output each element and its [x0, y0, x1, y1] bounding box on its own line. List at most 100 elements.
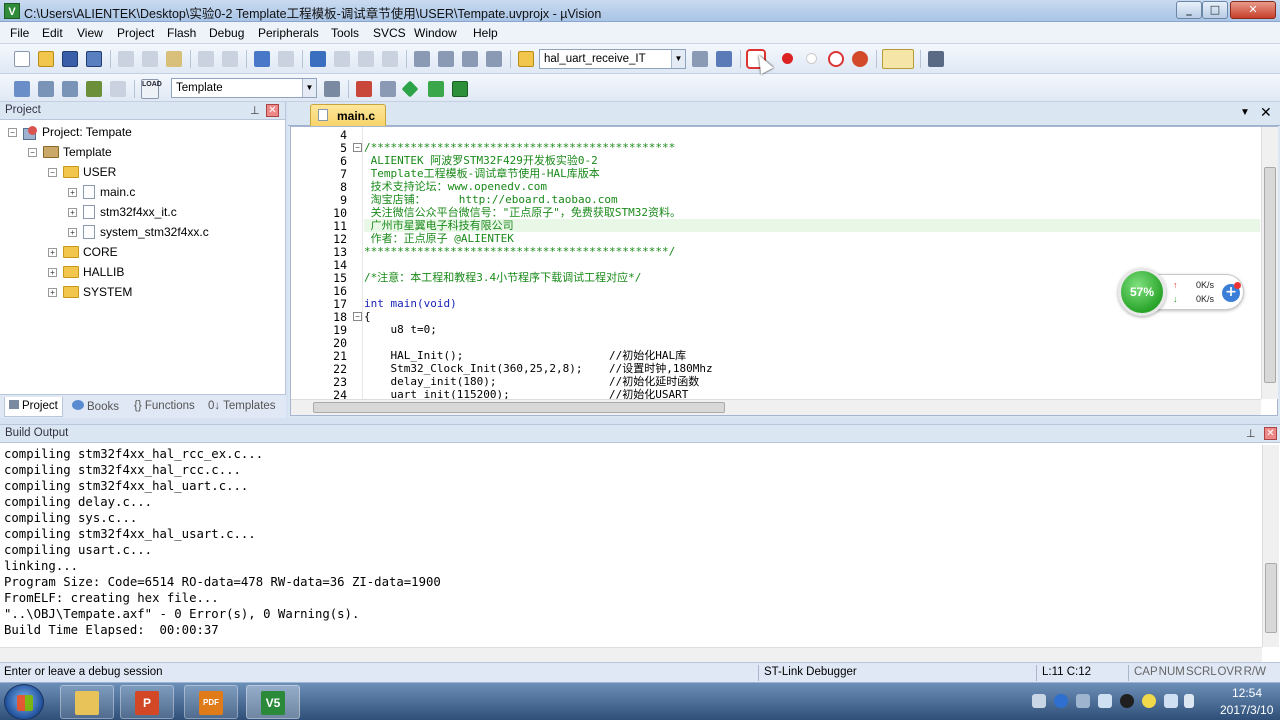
scrollbar-thumb[interactable] [1265, 563, 1277, 633]
menu-svcs[interactable]: SVCS [373, 26, 406, 40]
editor-vertical-scrollbar[interactable] [1261, 127, 1278, 399]
window-layout-icon[interactable] [882, 49, 914, 69]
clock-date[interactable]: 2017/3/10 [1220, 703, 1273, 717]
find-in-files-icon[interactable] [518, 51, 534, 67]
taskbar-app-powerpoint[interactable]: P [120, 685, 174, 719]
clear-bookmarks-icon[interactable] [382, 51, 398, 67]
editor-horizontal-scrollbar[interactable] [291, 399, 1261, 415]
network-icon[interactable] [1098, 694, 1112, 708]
fold-toggle-icon[interactable]: − [353, 312, 362, 321]
scrollbar-thumb[interactable] [1264, 167, 1276, 383]
download-icon[interactable]: LOAD [141, 79, 162, 99]
translate-icon[interactable] [14, 81, 30, 97]
volume-icon[interactable] [1164, 694, 1178, 708]
menu-tools[interactable]: Tools [331, 26, 359, 40]
help-icon[interactable] [1054, 694, 1068, 708]
bookmark-icon[interactable] [310, 51, 326, 67]
close-editor-button[interactable]: ✕ [1260, 104, 1272, 121]
close-panel-button[interactable]: ✕ [1264, 427, 1277, 440]
taskbar-app-pdf[interactable]: PDF [184, 685, 238, 719]
menu-window[interactable]: Window [414, 26, 457, 40]
tab-functions[interactable]: {} Functions [130, 397, 199, 417]
build-horizontal-scrollbar[interactable] [0, 647, 1262, 663]
menu-view[interactable]: View [77, 26, 103, 40]
tree-item-core-folder[interactable]: + CORE [48, 242, 118, 262]
tree-item-stm32f4xx-it-c[interactable]: + stm32f4xx_it.c [68, 202, 177, 222]
plus-tray-icon[interactable] [1142, 694, 1156, 708]
file-extensions-icon[interactable] [380, 81, 396, 97]
indent-icon[interactable] [414, 51, 430, 67]
build-output-text[interactable]: compiling stm32f4xx_hal_rcc_ex.c... compi… [4, 446, 1260, 638]
tree-item-system-folder[interactable]: + SYSTEM [48, 282, 132, 302]
clock-time[interactable]: 12:54 [1232, 686, 1262, 700]
target-options-icon[interactable] [324, 81, 340, 97]
prev-bookmark-icon[interactable] [334, 51, 350, 67]
build-vertical-scrollbar[interactable] [1262, 445, 1279, 647]
menu-flash[interactable]: Flash [167, 26, 196, 40]
app-tray-icon[interactable] [1120, 694, 1134, 708]
pin-icon[interactable]: ⊥ [250, 104, 260, 117]
paste-icon[interactable] [166, 51, 182, 67]
pin-icon[interactable]: ⊥ [1246, 427, 1256, 440]
undo-icon[interactable] [198, 51, 214, 67]
batch-build-icon[interactable] [86, 81, 102, 97]
save-all-icon[interactable] [86, 51, 102, 67]
collapse-toggle-icon[interactable]: − [48, 167, 57, 177]
start-button[interactable] [4, 684, 44, 720]
manage-components-icon[interactable] [356, 81, 372, 97]
copy-icon[interactable] [142, 51, 158, 67]
editor-tab-main-c[interactable]: main.c [310, 104, 386, 126]
breakpoint-icon[interactable] [782, 53, 793, 64]
disable-all-breakpoints-icon[interactable] [828, 51, 844, 67]
cut-icon[interactable] [118, 51, 134, 67]
run-time-environment-icon[interactable] [452, 81, 468, 97]
rebuild-icon[interactable] [62, 81, 78, 97]
menu-debug[interactable]: Debug [209, 26, 244, 40]
expand-toggle-icon[interactable]: + [68, 227, 77, 237]
chevron-down-icon[interactable]: ▼ [302, 79, 316, 97]
nav-forward-icon[interactable] [278, 51, 294, 67]
config-wrench-icon[interactable] [928, 51, 944, 67]
menu-file[interactable]: File [10, 26, 29, 40]
fold-toggle-icon[interactable]: − [353, 143, 362, 152]
keyboard-icon[interactable] [1032, 694, 1046, 708]
kill-breakpoints-icon[interactable] [852, 51, 868, 67]
tree-item-main-c[interactable]: + main.c [68, 182, 135, 202]
scrollbar-thumb[interactable] [313, 402, 725, 413]
chevron-down-icon[interactable]: ▼ [671, 50, 685, 68]
tree-item-user-folder[interactable]: − USER [48, 162, 116, 182]
expand-toggle-icon[interactable]: + [48, 287, 57, 297]
next-bookmark-icon[interactable] [358, 51, 374, 67]
maximize-button[interactable]: □ [1202, 1, 1228, 19]
pack-installer-icon[interactable] [401, 80, 419, 98]
save-icon[interactable] [62, 51, 78, 67]
stop-build-icon[interactable] [110, 81, 126, 97]
close-panel-button[interactable]: ✕ [266, 104, 279, 117]
tab-list-dropdown-icon[interactable]: ▼ [1240, 107, 1250, 118]
new-file-icon[interactable] [14, 51, 30, 67]
code-text[interactable]: /***************************************… [364, 127, 1260, 399]
tab-books[interactable]: Books [68, 397, 123, 417]
collapse-toggle-icon[interactable]: − [8, 127, 17, 137]
outdent-icon[interactable] [438, 51, 454, 67]
redo-icon[interactable] [222, 51, 238, 67]
tree-item-hallib-folder[interactable]: + HALLIB [48, 262, 124, 282]
tree-item-project[interactable]: − Project: Tempate [8, 122, 132, 142]
tab-project[interactable]: Project [4, 397, 63, 417]
find-combo[interactable]: hal_uart_receive_IT ▼ [539, 49, 686, 69]
taskbar-app-explorer[interactable] [60, 685, 114, 719]
incremental-find-icon[interactable] [716, 51, 732, 67]
tray-icon-extra[interactable] [1184, 694, 1194, 708]
select-software-packs-icon[interactable] [428, 81, 444, 97]
open-folder-icon[interactable] [38, 51, 54, 67]
tree-item-system-stm32f4xx-c[interactable]: + system_stm32f4xx.c [68, 222, 209, 242]
menu-help[interactable]: Help [473, 26, 498, 40]
nav-back-icon[interactable] [254, 51, 270, 67]
menu-edit[interactable]: Edit [42, 26, 63, 40]
menu-peripherals[interactable]: Peripherals [258, 26, 319, 40]
disable-breakpoint-icon[interactable] [806, 53, 817, 64]
expand-toggle-icon[interactable]: + [48, 267, 57, 277]
window-icon[interactable] [1076, 694, 1090, 708]
uncomment-icon[interactable] [486, 51, 502, 67]
expand-toggle-icon[interactable]: + [68, 207, 77, 217]
